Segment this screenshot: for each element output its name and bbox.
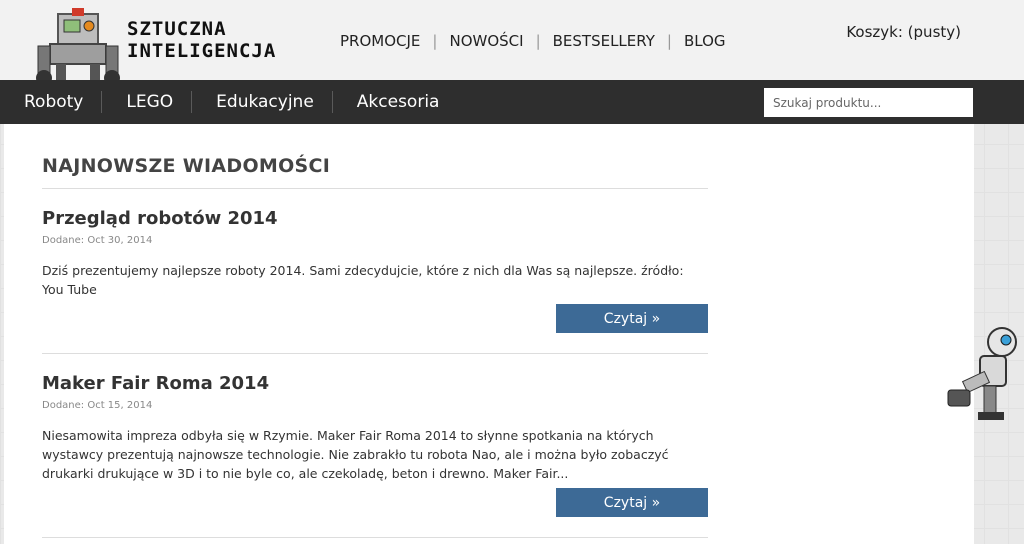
nav-promocje[interactable]: PROMOCJE <box>340 32 420 50</box>
post-date: Dodane: Oct 30, 2014 <box>42 235 153 246</box>
cart-link[interactable]: Koszyk: (pusty) <box>846 23 961 41</box>
divider <box>42 353 708 354</box>
post-excerpt: Niesamowita impreza odbyła się w Rzymie.… <box>42 428 669 481</box>
news-post: Przegląd robotów 2014 Dodane: Oct 30, 20… <box>42 208 708 354</box>
category-edukacyjne[interactable]: Edukacyjne <box>192 91 333 113</box>
robot-arm-icon <box>947 327 1017 420</box>
logo-line-2: INTELIGENCJA <box>127 40 277 62</box>
search-input[interactable] <box>764 88 973 117</box>
category-bar: Roboty LEGO Edukacyjne Akcesoria <box>0 80 1024 124</box>
divider <box>42 188 708 189</box>
nav-bestsellery[interactable]: BESTSELLERY <box>553 32 655 50</box>
category-lego[interactable]: LEGO <box>102 91 193 113</box>
nav-separator: | <box>666 32 672 50</box>
nav-separator: | <box>432 32 438 50</box>
news-list: NAJNOWSZE WIADOMOŚCI Przegląd robotów 20… <box>42 124 708 538</box>
news-post: Maker Fair Roma 2014 Dodane: Oct 15, 201… <box>42 373 708 538</box>
nav-separator: | <box>535 32 541 50</box>
category-akcesoria[interactable]: Akcesoria <box>333 91 458 113</box>
read-more-button[interactable]: Czytaj » <box>556 304 708 333</box>
read-more-button[interactable]: Czytaj » <box>556 488 708 517</box>
site-logo[interactable]: SZTUCZNA INTELIGENCJA <box>127 18 276 62</box>
nav-nowosci[interactable]: NOWOŚCI <box>449 32 523 50</box>
divider <box>42 537 708 538</box>
main-content: NAJNOWSZE WIADOMOŚCI Przegląd robotów 20… <box>4 124 974 544</box>
top-nav: PROMOCJE | NOWOŚCI | BESTSELLERY | BLOG <box>340 31 726 51</box>
post-title[interactable]: Przegląd robotów 2014 <box>42 208 708 230</box>
site-header: SZTUCZNA INTELIGENCJA PROMOCJE | NOWOŚCI… <box>0 0 1024 88</box>
post-date: Dodane: Oct 15, 2014 <box>42 400 153 411</box>
lego-robot-icon[interactable] <box>28 6 128 88</box>
post-excerpt: Dziś prezentujemy najlepsze roboty 2014.… <box>42 263 684 297</box>
logo-line-1: SZTUCZNA <box>127 18 227 40</box>
nav-blog[interactable]: BLOG <box>684 32 726 50</box>
section-title: NAJNOWSZE WIADOMOŚCI <box>42 155 331 177</box>
post-title[interactable]: Maker Fair Roma 2014 <box>42 373 708 395</box>
category-roboty[interactable]: Roboty <box>0 91 103 113</box>
